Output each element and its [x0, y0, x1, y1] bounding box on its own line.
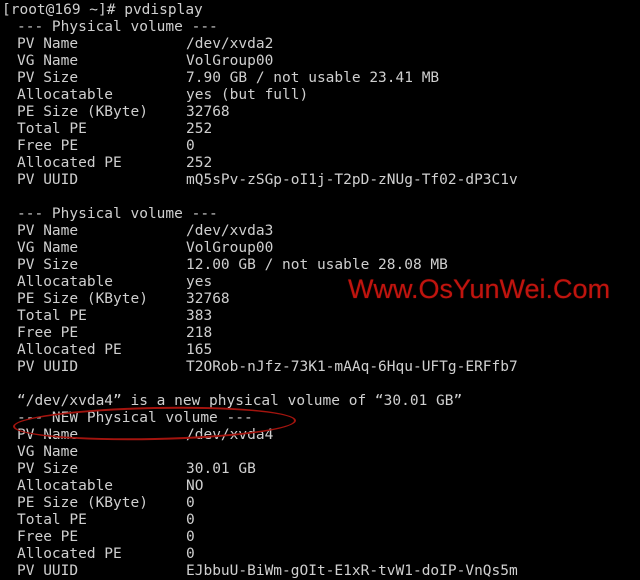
pv-field-value: 0 [186, 546, 195, 562]
pv-field-row: Free PE 0 [0, 529, 640, 546]
pv-field-value: yes (but full) [186, 87, 309, 103]
block-header: --- Physical volume --- [17, 206, 218, 222]
pv-field-value: 7.90 GB / not usable 23.41 MB [186, 70, 440, 86]
pv-field-label: Allocated PE [17, 342, 122, 358]
pv-field-label: PV Name [17, 36, 79, 52]
pv-field-row: Allocatable NO [0, 478, 640, 495]
pv-field-row: PV Size 30.01 GB [0, 461, 640, 478]
terminal-window[interactable]: [root@169 ~]# pvdisplay --- Physical vol… [0, 0, 640, 579]
pv-uuid-value: mQ5sPv-zSGp-oI1j-T2pD-zNUg-Tf02-dP3C1v [186, 172, 518, 188]
pv-field-label: Allocatable [17, 274, 114, 290]
pv-field-row: Total PE 252 [0, 121, 640, 138]
pv-field-label: PV Size [17, 257, 79, 273]
block-header: --- Physical volume --- [17, 19, 218, 35]
pv-field-row: Allocated PE 165 [0, 342, 640, 359]
pv-field-label: Total PE [17, 308, 87, 324]
pv-field-row: Total PE 0 [0, 512, 640, 529]
pv-field-value: 0 [186, 138, 195, 154]
pv-field-label: VG Name [17, 53, 79, 69]
pv-field-label: Total PE [17, 512, 87, 528]
pv-field-label: PV UUID [17, 359, 79, 375]
pv-field-row: PV UUID T2ORob-nJfz-73K1-mAAq-6Hqu-UFTg-E… [0, 359, 640, 376]
pv-field-label: Allocated PE [17, 155, 122, 171]
pv-field-row: PV UUID mQ5sPv-zSGp-oI1j-T2pD-zNUg-Tf02-d… [0, 172, 640, 189]
pv-uuid-value: T2ORob-nJfz-73K1-mAAq-6Hqu-UFTg-ERFfb7 [186, 359, 518, 375]
pv-field-row: VG Name VolGroup00 [0, 53, 640, 70]
pv-field-row-vg-name: VG Name [0, 444, 640, 461]
pv-uuid-value: EJbbuU-BiWm-gOIt-E1xR-tvW1-doIP-VnQs5m [186, 563, 518, 579]
pv-field-label: PE Size (KByte) [17, 104, 148, 120]
pv-field-row: PV Size 12.00 GB / not usable 28.08 MB [0, 257, 640, 274]
pv-field-value: 165 [186, 342, 213, 358]
pv-field-value: NO [186, 478, 204, 494]
pv-field-label: Free PE [17, 529, 79, 545]
pv-field-label: PE Size (KByte) [17, 291, 148, 307]
pv-field-value: yes [186, 274, 213, 290]
pv-field-value: /dev/xvda3 [186, 223, 274, 239]
pv-field-row: VG Name VolGroup00 [0, 240, 640, 257]
pv-field-row: PV UUID EJbbuU-BiWm-gOIt-E1xR-tvW1-doIP-V… [0, 563, 640, 580]
pv-field-row: Total PE 383 [0, 308, 640, 325]
pv-field-label: PV UUID [17, 172, 79, 188]
pv-field-label: Allocatable [17, 87, 114, 103]
watermark-text: Www.OsYunWei.Com [348, 274, 611, 304]
pv-field-row: PE Size (KByte) 0 [0, 495, 640, 512]
pv-field-label: PV Name [17, 223, 79, 239]
pv-field-row: Free PE 218 [0, 325, 640, 342]
pv-field-value: 0 [186, 529, 195, 545]
pv-field-value: 218 [186, 325, 213, 341]
command-prompt-line: [root@169 ~]# pvdisplay [2, 2, 203, 18]
pv-field-value: 252 [186, 121, 213, 137]
pv-field-label: PV Name [17, 427, 79, 443]
pv-field-row: PV Name/dev/xvda3 [0, 223, 640, 240]
pv-field-row: Allocated PE 252 [0, 155, 640, 172]
pv-field-label: VG Name [17, 444, 79, 460]
pv-field-row: Allocatable yes (but full) [0, 87, 640, 104]
pv-field-row: PV Name/dev/xvda2 [0, 36, 640, 53]
pv-field-label: PV UUID [17, 563, 79, 579]
pv-field-value: 32768 [186, 291, 230, 307]
pv-field-row: PV Name/dev/xvda4 [0, 427, 640, 444]
pv-field-row: PE Size (KByte) 32768 [0, 104, 640, 121]
pv-field-value: VolGroup00 [186, 53, 274, 69]
pv-field-label: Total PE [17, 121, 87, 137]
pv-field-label: Allocatable [17, 478, 114, 494]
block-header: --- NEW Physical volume --- [17, 410, 253, 426]
pv-field-value: 30.01 GB [186, 461, 256, 477]
pv-field-row: Allocated PE 0 [0, 546, 640, 563]
pv-field-value: 12.00 GB / not usable 28.08 MB [186, 257, 448, 273]
new-volume-notice: “/dev/xvda4” is a new physical volume of… [17, 393, 463, 409]
pv-field-label: PV Size [17, 461, 79, 477]
pv-field-value: /dev/xvda2 [186, 36, 274, 52]
pv-field-label: Allocated PE [17, 546, 122, 562]
pv-field-value: /dev/xvda4 [186, 427, 274, 443]
pv-field-value: 0 [186, 495, 195, 511]
pv-field-label: Free PE [17, 138, 79, 154]
pv-field-label: PV Size [17, 70, 79, 86]
pv-field-value: 383 [186, 308, 213, 324]
pv-field-label: VG Name [17, 240, 79, 256]
pv-field-row: Free PE 0 [0, 138, 640, 155]
pv-field-value: 252 [186, 155, 213, 171]
pv-field-label: PE Size (KByte) [17, 495, 148, 511]
pv-field-value: 32768 [186, 104, 230, 120]
pv-field-value: VolGroup00 [186, 240, 274, 256]
pv-field-label: Free PE [17, 325, 79, 341]
pv-field-row: PV Size 7.90 GB / not usable 23.41 MB [0, 70, 640, 87]
pv-field-value: 0 [186, 512, 195, 528]
